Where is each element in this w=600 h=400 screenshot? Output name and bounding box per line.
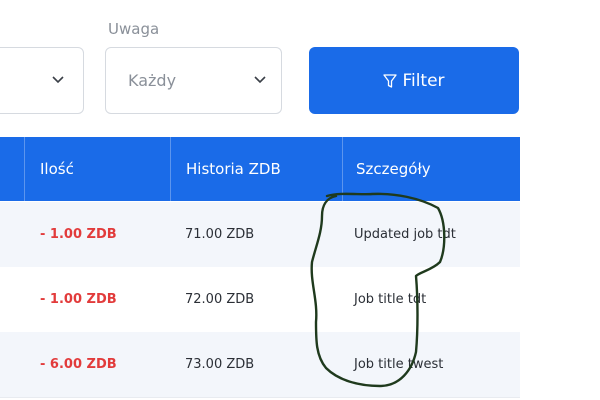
funnel-icon: [383, 73, 398, 89]
amount-cell: - 6.00 ZDB: [40, 357, 117, 372]
column-header-history[interactable]: Historia ZDB: [171, 137, 281, 201]
details-cell: Updated job tdt: [354, 227, 456, 242]
uwaga-select[interactable]: Każdy: [105, 47, 282, 114]
chevron-down-icon: [253, 69, 267, 89]
chevron-down-icon: [51, 69, 65, 89]
table-row: - 1.00 ZDB 72.00 ZDB Job title tdt: [0, 267, 520, 332]
history-cell: 72.00 ZDB: [185, 292, 255, 307]
filter-button-label: Filter: [402, 70, 445, 91]
transactions-page: Uwaga Każdy Filter Ilość Historia ZDB Sz…: [0, 0, 600, 400]
table-header: Ilość Historia ZDB Szczegóły: [0, 137, 520, 201]
details-cell: Job title twest: [354, 357, 444, 372]
type-select[interactable]: [0, 47, 84, 114]
column-header-details[interactable]: Szczegóły: [343, 137, 431, 201]
history-cell: 73.00 ZDB: [185, 357, 255, 372]
table-row: - 6.00 ZDB 73.00 ZDB Job title twest: [0, 332, 520, 397]
amount-cell: - 1.00 ZDB: [40, 227, 117, 242]
details-cell: Job title tdt: [354, 292, 427, 307]
table-row: - 1.00 ZDB 71.00 ZDB Updated job tdt: [0, 202, 520, 267]
amount-cell: - 1.00 ZDB: [40, 292, 117, 307]
uwaga-select-value: Każdy: [128, 71, 177, 90]
uwaga-label: Uwaga: [108, 20, 160, 38]
history-cell: 71.00 ZDB: [185, 227, 255, 242]
column-header-quantity[interactable]: Ilość: [25, 137, 74, 201]
filter-button[interactable]: Filter: [309, 47, 519, 114]
